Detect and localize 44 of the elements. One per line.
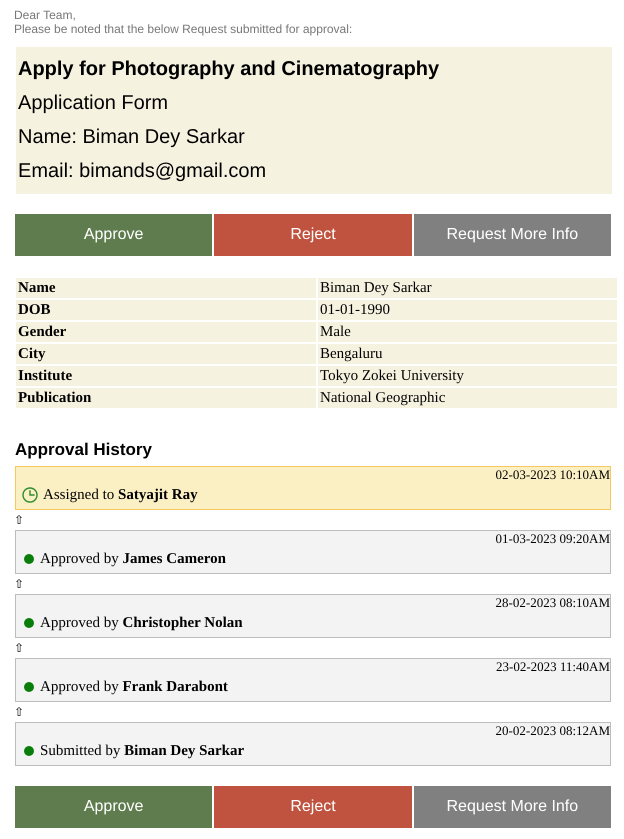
approve-button[interactable]: Approve xyxy=(15,786,212,828)
table-cell: 01-01-1990 xyxy=(318,300,617,320)
applicant-name: Name: Biman Dey Sarkar xyxy=(18,125,245,150)
connector-arrow: ⇧ xyxy=(14,576,24,593)
table-cell: Institute xyxy=(16,366,316,386)
table-cell: Male xyxy=(318,322,617,342)
applicant-email: Email: bimands@gmail.com xyxy=(18,159,266,184)
table-cell: City xyxy=(16,344,316,364)
intro-text: Please be noted that the below Request submitted for approval: xyxy=(14,22,352,36)
reject-button[interactable]: Reject xyxy=(214,786,412,828)
history-text: Approved by Christopher Nolan xyxy=(40,614,243,633)
table-cell: Name xyxy=(16,278,316,298)
greeting-text: Dear Team, xyxy=(14,8,76,22)
section-heading: Approval History xyxy=(15,440,152,460)
form-subtitle: Application Form xyxy=(18,91,168,116)
connector-arrow: ⇧ xyxy=(14,640,24,657)
status-dot-icon xyxy=(24,682,34,692)
connector-arrow: ⇧ xyxy=(14,704,24,721)
timestamp: 01-03-2023 09:20AM xyxy=(496,531,610,547)
status-dot-icon xyxy=(24,746,34,756)
timestamp: 23-02-2023 11:40AM xyxy=(496,659,610,675)
request-info-button[interactable]: Request More Info xyxy=(414,786,611,828)
approve-button[interactable]: Approve xyxy=(15,214,212,256)
request-info-button[interactable]: Request More Info xyxy=(414,214,611,256)
table-cell: National Geographic xyxy=(318,388,617,408)
history-text: Submitted by Biman Dey Sarkar xyxy=(40,742,244,761)
connector-arrow: ⇧ xyxy=(14,512,24,529)
history-text: Assigned to Satyajit Ray xyxy=(43,486,198,505)
table-cell: Bengaluru xyxy=(318,344,617,364)
table-cell: DOB xyxy=(16,300,316,320)
timestamp: 20-02-2023 08:12AM xyxy=(496,723,610,739)
status-dot-icon xyxy=(24,554,34,564)
table-cell: Publication xyxy=(16,388,316,408)
form-title: Apply for Photography and Cinematography xyxy=(18,57,440,82)
table-cell: Tokyo Zokei University xyxy=(318,366,617,386)
clock-icon xyxy=(22,487,38,503)
timestamp: 28-02-2023 08:10AM xyxy=(496,595,610,611)
timestamp: 02-03-2023 10:10AM xyxy=(496,467,610,483)
table-cell: Gender xyxy=(16,322,316,342)
history-text: Approved by James Cameron xyxy=(40,550,226,569)
history-text: Approved by Frank Darabont xyxy=(40,678,228,697)
reject-button[interactable]: Reject xyxy=(214,214,412,256)
table-cell: Biman Dey Sarkar xyxy=(318,278,617,298)
status-dot-icon xyxy=(24,618,34,628)
